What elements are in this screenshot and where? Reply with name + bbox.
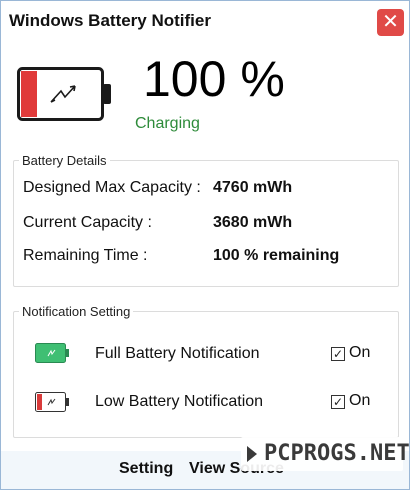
battery-percentage: 100 % bbox=[143, 51, 285, 107]
full-battery-notification-label: Full Battery Notification bbox=[95, 345, 260, 362]
window-title: Windows Battery Notifier bbox=[9, 11, 211, 30]
full-battery-checkbox[interactable]: ✓ bbox=[331, 347, 345, 361]
notification-setting-group: Notification Setting bbox=[13, 304, 399, 438]
battery-details-legend: Battery Details bbox=[22, 153, 107, 168]
charging-status: Charging bbox=[135, 115, 200, 132]
full-battery-icon bbox=[35, 343, 69, 363]
current-capacity-value: 3680 mWh bbox=[213, 214, 293, 231]
current-capacity-label: Current Capacity : bbox=[23, 214, 152, 231]
battery-charging-icon bbox=[17, 67, 111, 121]
remaining-time-value: 100 % remaining bbox=[213, 247, 340, 264]
app-window: Windows Battery Notifier ✕ 100 % Chargin… bbox=[0, 0, 410, 490]
low-battery-checkbox[interactable]: ✓ bbox=[331, 395, 345, 409]
full-battery-on-label[interactable]: On bbox=[349, 344, 370, 362]
close-icon: ✕ bbox=[382, 11, 399, 33]
low-battery-on-label[interactable]: On bbox=[349, 392, 370, 410]
low-battery-notification-label: Low Battery Notification bbox=[95, 393, 264, 410]
watermark-text: PCPROGS.NET bbox=[264, 441, 410, 466]
low-battery-icon bbox=[35, 392, 69, 412]
designed-capacity-label: Designed Max Capacity : bbox=[23, 179, 201, 196]
watermark: PCPROGS.NET bbox=[241, 437, 410, 471]
setting-link[interactable]: Setting bbox=[119, 460, 173, 478]
designed-capacity-value: 4760 mWh bbox=[213, 179, 293, 196]
remaining-time-label: Remaining Time : bbox=[23, 247, 148, 264]
close-button[interactable]: ✕ bbox=[377, 9, 404, 36]
notification-setting-legend: Notification Setting bbox=[22, 304, 131, 319]
watermark-logo-icon bbox=[247, 446, 257, 462]
